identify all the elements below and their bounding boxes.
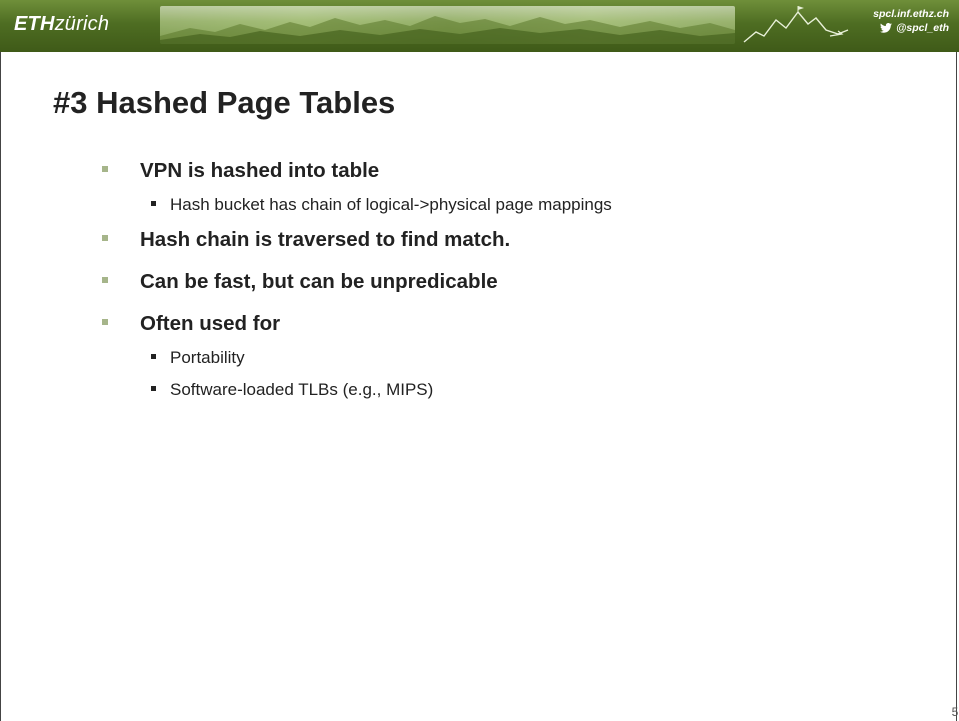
square-bullet-icon [102, 319, 108, 325]
mountain-ridge-image [160, 16, 735, 44]
sub-bullet-text: Hash bucket has chain of logical->physic… [170, 195, 612, 214]
bullet-text: Often used for [140, 312, 281, 335]
square-bullet-icon [151, 386, 156, 391]
twitter-handle: @spcl_eth [896, 22, 949, 34]
slide-title: #3 Hashed Page Tables [53, 85, 396, 120]
contact-info: spcl.inf.ethz.ch @spcl_eth [873, 7, 949, 35]
bullet-text: VPN is hashed into table [140, 159, 380, 182]
mountain-panorama-banner [160, 6, 735, 44]
spcl-mountain-icon [743, 6, 849, 43]
sub-bullet-item: Software-loaded TLBs (e.g., MIPS) [151, 380, 434, 400]
square-bullet-icon [151, 354, 156, 359]
header-bar: ETHzürich spcl.inf.ethz.ch @spcl_eth [0, 0, 959, 52]
twitter-handle-row: @spcl_eth [873, 21, 949, 35]
square-bullet-icon [102, 166, 108, 172]
square-bullet-icon [151, 201, 156, 206]
eth-zurich-logo: ETHzürich [14, 13, 109, 35]
sub-bullet-item: Hash bucket has chain of logical->physic… [151, 195, 612, 215]
sub-bullet-item: Portability [151, 348, 245, 368]
contact-site: spcl.inf.ethz.ch [873, 8, 949, 20]
page-number: 52 [951, 705, 959, 719]
twitter-icon [880, 23, 893, 33]
bullet-item: VPN is hashed into table [102, 159, 380, 183]
bullet-item: Often used for [102, 312, 281, 336]
bullet-text: Can be fast, but can be unpredicable [140, 270, 498, 293]
bullet-item: Hash chain is traversed to find match. [102, 228, 511, 252]
sub-bullet-text: Portability [170, 348, 245, 367]
bullet-item: Can be fast, but can be unpredicable [102, 270, 498, 294]
square-bullet-icon [102, 235, 108, 241]
logo-eth-text: ETH [14, 13, 55, 35]
logo-zurich-text: zürich [54, 13, 110, 35]
sub-bullet-text: Software-loaded TLBs (e.g., MIPS) [170, 380, 434, 399]
bullet-text: Hash chain is traversed to find match. [140, 228, 511, 251]
square-bullet-icon [102, 277, 108, 283]
